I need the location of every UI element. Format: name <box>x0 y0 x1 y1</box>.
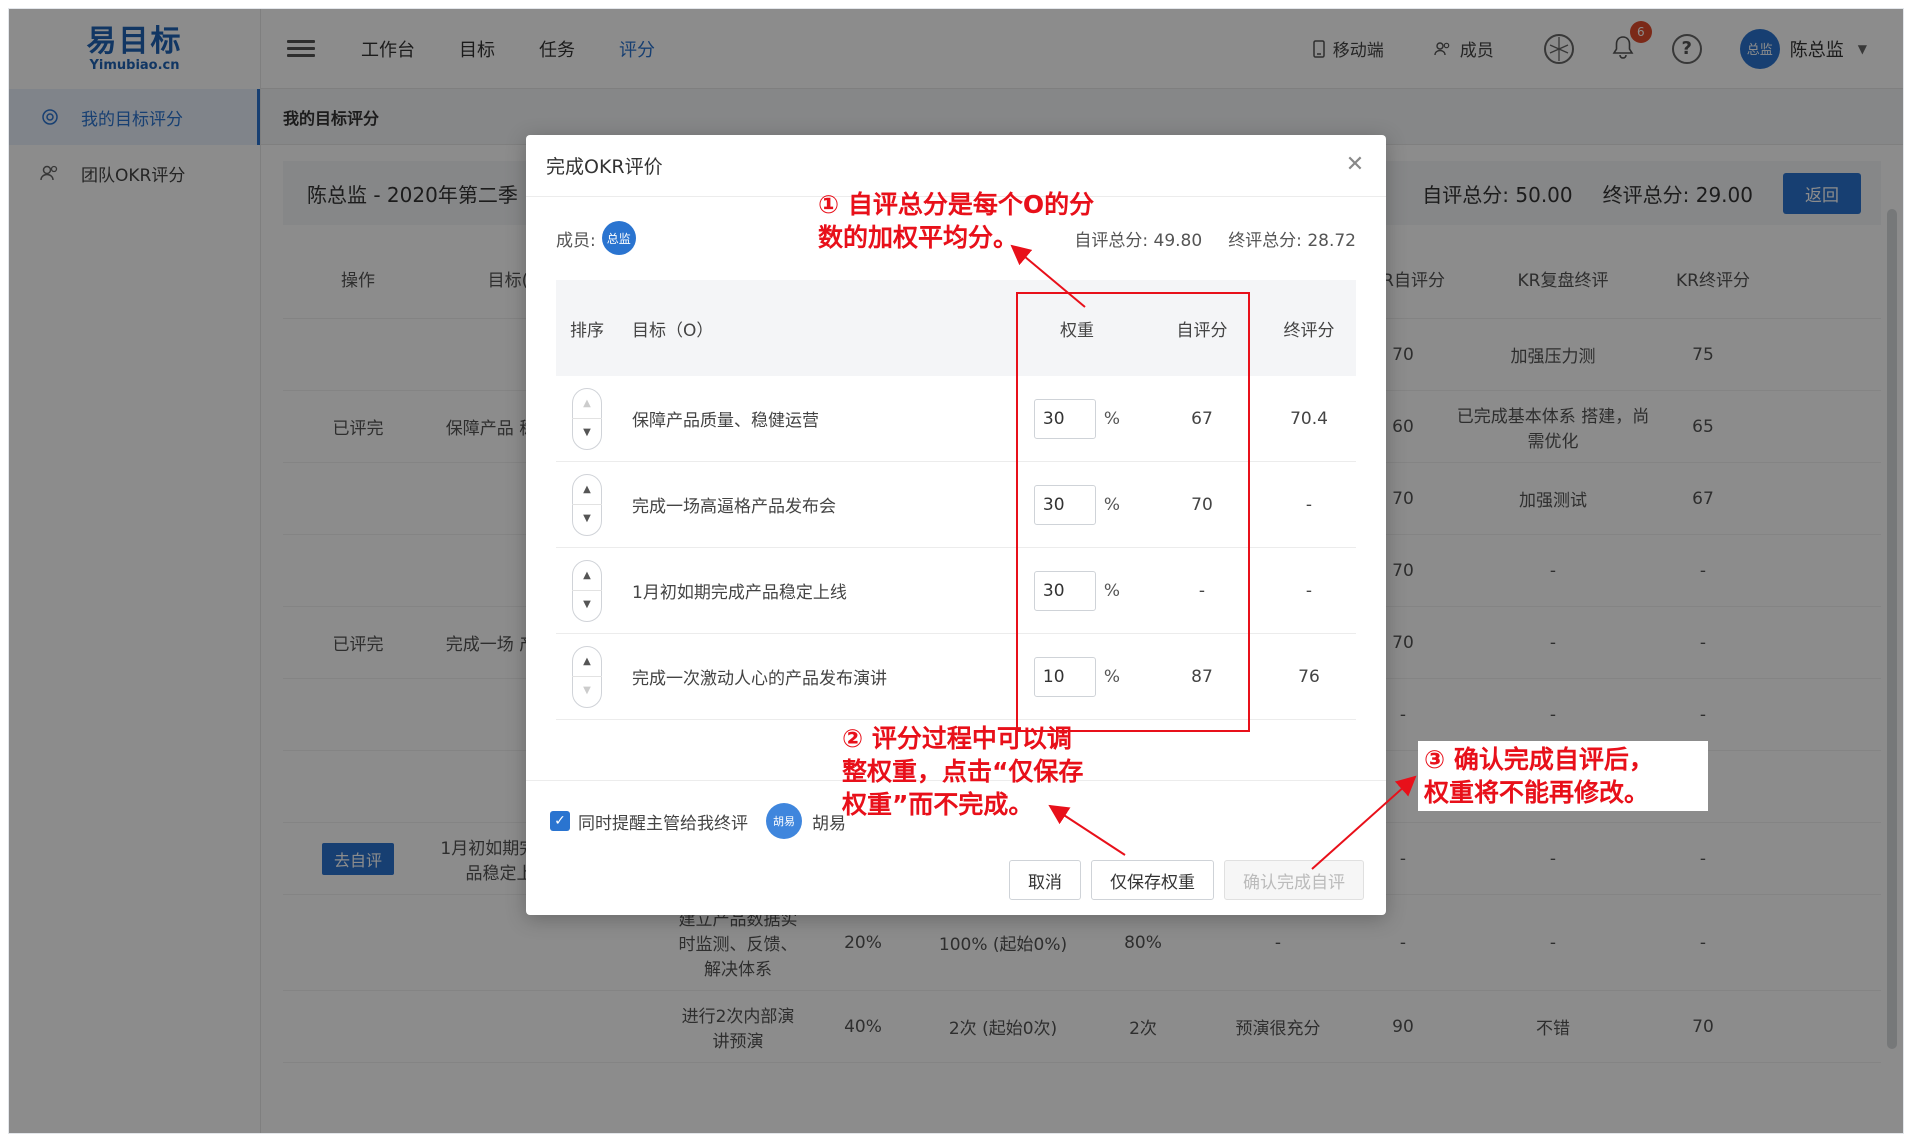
header-sort: 排序 <box>570 320 604 341</box>
close-icon[interactable]: ✕ <box>1342 151 1368 177</box>
goal-name: 完成一次激动人心的产品发布演讲 <box>632 669 887 689</box>
annotation-1: ① 自评总分是每个O的分 数的加权平均分。 <box>818 188 1094 254</box>
final-score: 76 <box>1298 666 1320 687</box>
goal-name: 保障产品质量、稳健运营 <box>632 411 819 431</box>
arrow-up-icon[interactable]: ▲ <box>583 657 591 667</box>
sort-stepper[interactable]: ▲ ▼ <box>572 645 602 708</box>
remind-checkbox[interactable]: ✓ <box>550 811 570 831</box>
annotation-text: 整权重，点击“仅保存 <box>842 757 1084 786</box>
cancel-button[interactable]: 取消 <box>1009 860 1081 900</box>
save-weight-button[interactable]: 仅保存权重 <box>1091 860 1214 900</box>
arrow-up-icon[interactable]: ▲ <box>583 485 591 495</box>
arrow-up-icon[interactable]: ▲ <box>583 571 591 581</box>
arrow-down-icon[interactable]: ▼ <box>583 686 591 696</box>
arrow-down-icon[interactable]: ▼ <box>583 428 591 438</box>
annotation-text: 权重将不能再修改。 <box>1424 778 1650 807</box>
confirm-self-review-button[interactable]: 确认完成自评 <box>1224 860 1364 900</box>
member-label: 成员: <box>556 230 596 251</box>
arrow-down-icon[interactable]: ▼ <box>583 600 591 610</box>
dialog-footer: 取消 仅保存权重 确认完成自评 <box>1009 860 1364 900</box>
annotation-text: ③ 确认完成自评后， <box>1424 745 1654 774</box>
annotation-text: 权重”而不完成。 <box>842 790 1034 819</box>
sort-stepper[interactable]: ▲ ▼ <box>572 559 602 622</box>
annotation-highlight-box <box>1016 292 1250 732</box>
remind-label: 同时提醒主管给我终评 <box>578 813 748 834</box>
header-final-score: 终评分 <box>1283 320 1335 341</box>
annotation-3: ③ 确认完成自评后， 权重将不能再修改。 <box>1418 741 1708 811</box>
sort-stepper[interactable]: ▲ ▼ <box>572 387 602 450</box>
arrow-down-icon[interactable]: ▼ <box>583 514 591 524</box>
final-score: 70.4 <box>1290 408 1328 429</box>
final-score: - <box>1305 580 1313 601</box>
arrow-up-icon[interactable]: ▲ <box>583 399 591 409</box>
header-goal: 目标（O） <box>632 320 714 341</box>
remind-manager-option: ✓ 同时提醒主管给我终评 胡易 胡易 <box>550 803 846 839</box>
annotation-text: 数的加权平均分。 <box>818 223 1019 252</box>
avatar: 总监 <box>601 221 636 255</box>
sort-stepper[interactable]: ▲ ▼ <box>572 473 602 536</box>
goal-name: 完成一场高逼格产品发布会 <box>632 497 836 517</box>
annotation-2: ② 评分过程中可以调 整权重，点击“仅保存 权重”而不完成。 <box>842 722 1083 821</box>
final-total: 终评总分: 28.72 <box>1228 230 1356 251</box>
annotation-text: ② 评分过程中可以调 <box>842 724 1072 753</box>
annotation-text: ① 自评总分是每个O的分 <box>818 190 1095 219</box>
manager-name: 胡易 <box>812 813 846 834</box>
final-score: - <box>1305 494 1313 515</box>
avatar: 胡易 <box>766 803 802 839</box>
goal-name: 1月初如期完成产品稳定上线 <box>632 583 847 603</box>
